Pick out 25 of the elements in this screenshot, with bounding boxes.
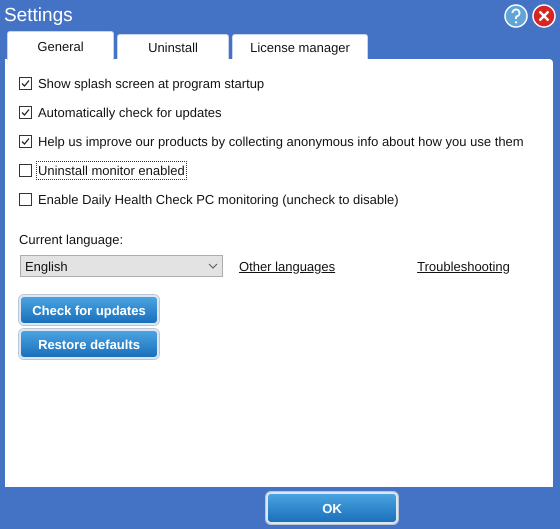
- option-label: Enable Daily Health Check PC monitoring (uncheck to disable): [37, 191, 400, 209]
- checkbox[interactable]: [19, 164, 32, 177]
- checkbox[interactable]: [19, 193, 32, 206]
- restore-defaults-button[interactable]: Restore defaults: [19, 329, 159, 359]
- check-updates-button[interactable]: Check for updates: [19, 295, 159, 325]
- language-label: Current language:: [19, 232, 124, 247]
- troubleshooting-link[interactable]: Troubleshooting: [417, 258, 510, 274]
- ok-button[interactable]: OK: [266, 492, 398, 524]
- other-languages-link[interactable]: Other languages: [239, 258, 336, 274]
- option-label: Help us improve our products by collecting anonymous info about how you use them: [37, 133, 525, 151]
- checkbox[interactable]: [19, 135, 32, 148]
- tab[interactable]: General: [7, 31, 114, 60]
- dropdown-value: English: [25, 258, 69, 274]
- checkbox[interactable]: [19, 106, 32, 119]
- caret-icon: [208, 263, 218, 269]
- option-label: Automatically check for updates: [37, 104, 223, 122]
- language-dropdown[interactable]: English: [20, 255, 223, 277]
- close-icon[interactable]: [532, 4, 556, 28]
- checkbox[interactable]: [19, 77, 32, 90]
- help-icon[interactable]: [504, 4, 528, 28]
- option-label: Show splash screen at program startup: [37, 75, 266, 93]
- tab[interactable]: Uninstall: [117, 34, 229, 59]
- option-label: Uninstall monitor enabled: [36, 161, 187, 180]
- tab[interactable]: License manager: [232, 34, 368, 59]
- window-title: Settings: [4, 4, 74, 26]
